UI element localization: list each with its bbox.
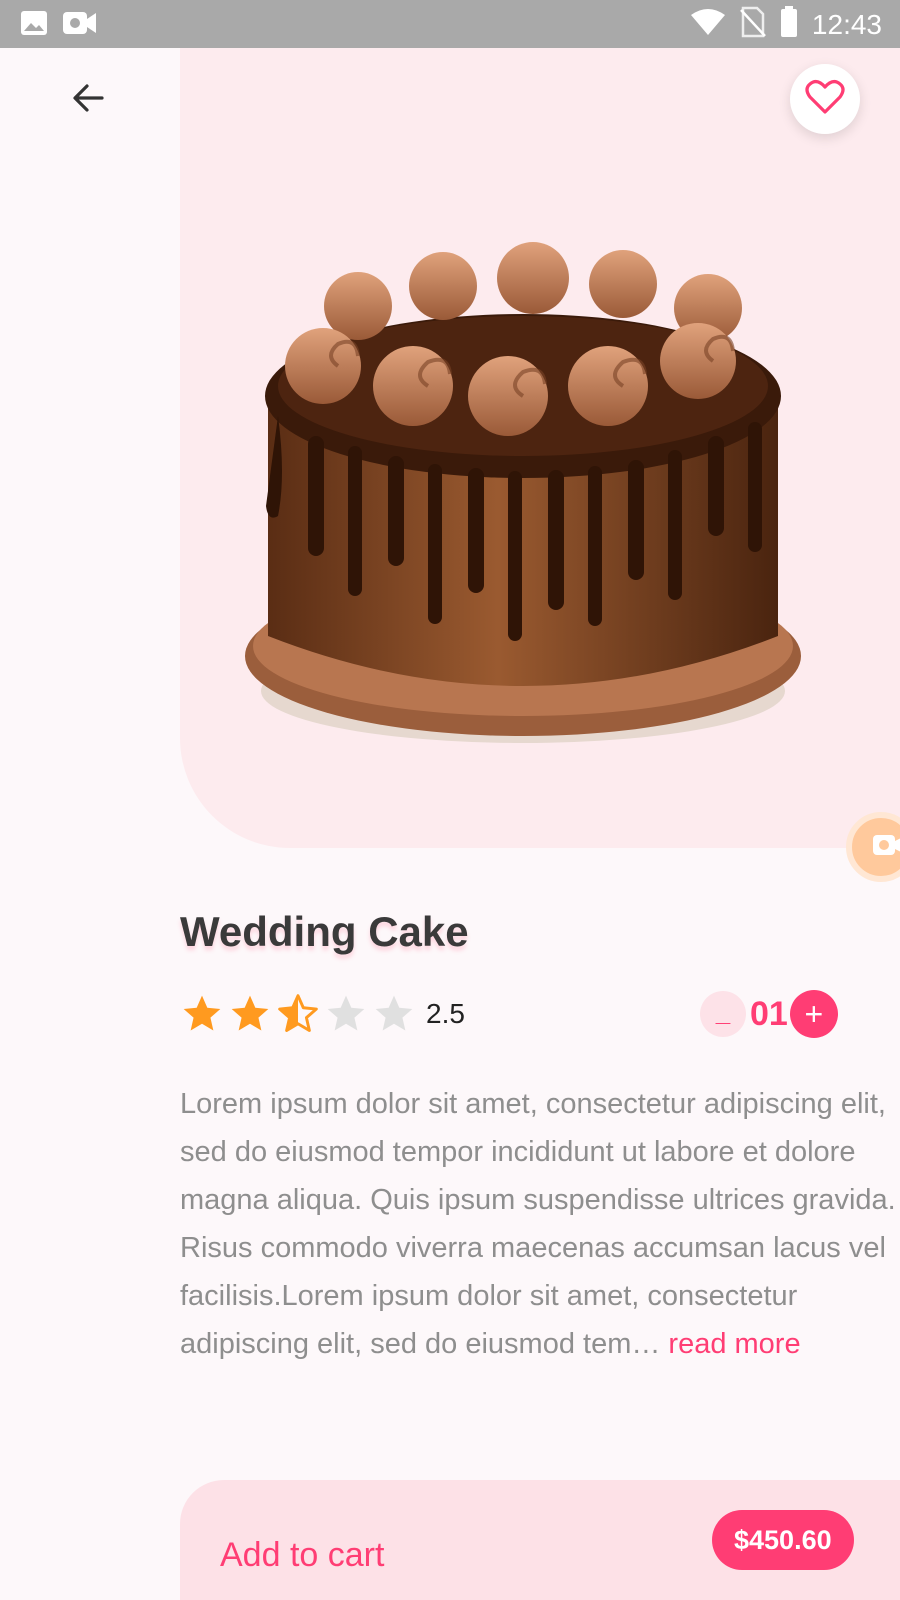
increase-quantity-button[interactable]: +	[789, 990, 838, 1038]
back-button[interactable]	[62, 74, 114, 126]
read-more-link[interactable]: read more	[668, 1328, 800, 1360]
add-to-cart-button[interactable]: Add to cart	[220, 1536, 384, 1575]
arrow-left-icon	[70, 80, 106, 121]
battery-icon	[780, 6, 798, 43]
star-full-icon	[180, 992, 224, 1036]
no-sim-icon	[740, 6, 766, 43]
status-right: 12:43	[690, 6, 882, 43]
quantity-value: 01	[750, 994, 788, 1033]
quantity-stepper: _ 01 +	[700, 990, 838, 1038]
product-image	[238, 236, 848, 766]
status-left	[20, 10, 98, 41]
wifi-icon	[690, 8, 726, 41]
decrease-quantity-button[interactable]: _	[700, 991, 746, 1037]
video-camera-icon	[872, 832, 900, 863]
image-icon	[20, 10, 48, 41]
status-bar: 12:43	[0, 0, 900, 48]
description-text: Lorem ipsum dolor sit amet, consectetur …	[180, 1088, 896, 1360]
product-title: Wedding Cake	[180, 908, 469, 955]
status-time: 12:43	[811, 8, 882, 40]
add-to-cart-bar[interactable]: Add to cart $450.60	[180, 1480, 900, 1600]
star-empty-icon	[372, 992, 416, 1036]
video-camera-icon	[62, 10, 98, 41]
star-empty-icon	[324, 992, 368, 1036]
favorite-button[interactable]	[790, 64, 860, 134]
price-badge: $450.60	[712, 1510, 854, 1570]
rating: 2.5	[180, 992, 465, 1036]
heart-outline-icon	[805, 79, 845, 120]
star-full-icon	[228, 992, 272, 1036]
star-half-icon	[276, 992, 320, 1036]
rating-value: 2.5	[426, 998, 465, 1029]
product-description: Lorem ipsum dolor sit amet, consectetur …	[180, 1080, 898, 1368]
video-button[interactable]	[846, 812, 900, 882]
